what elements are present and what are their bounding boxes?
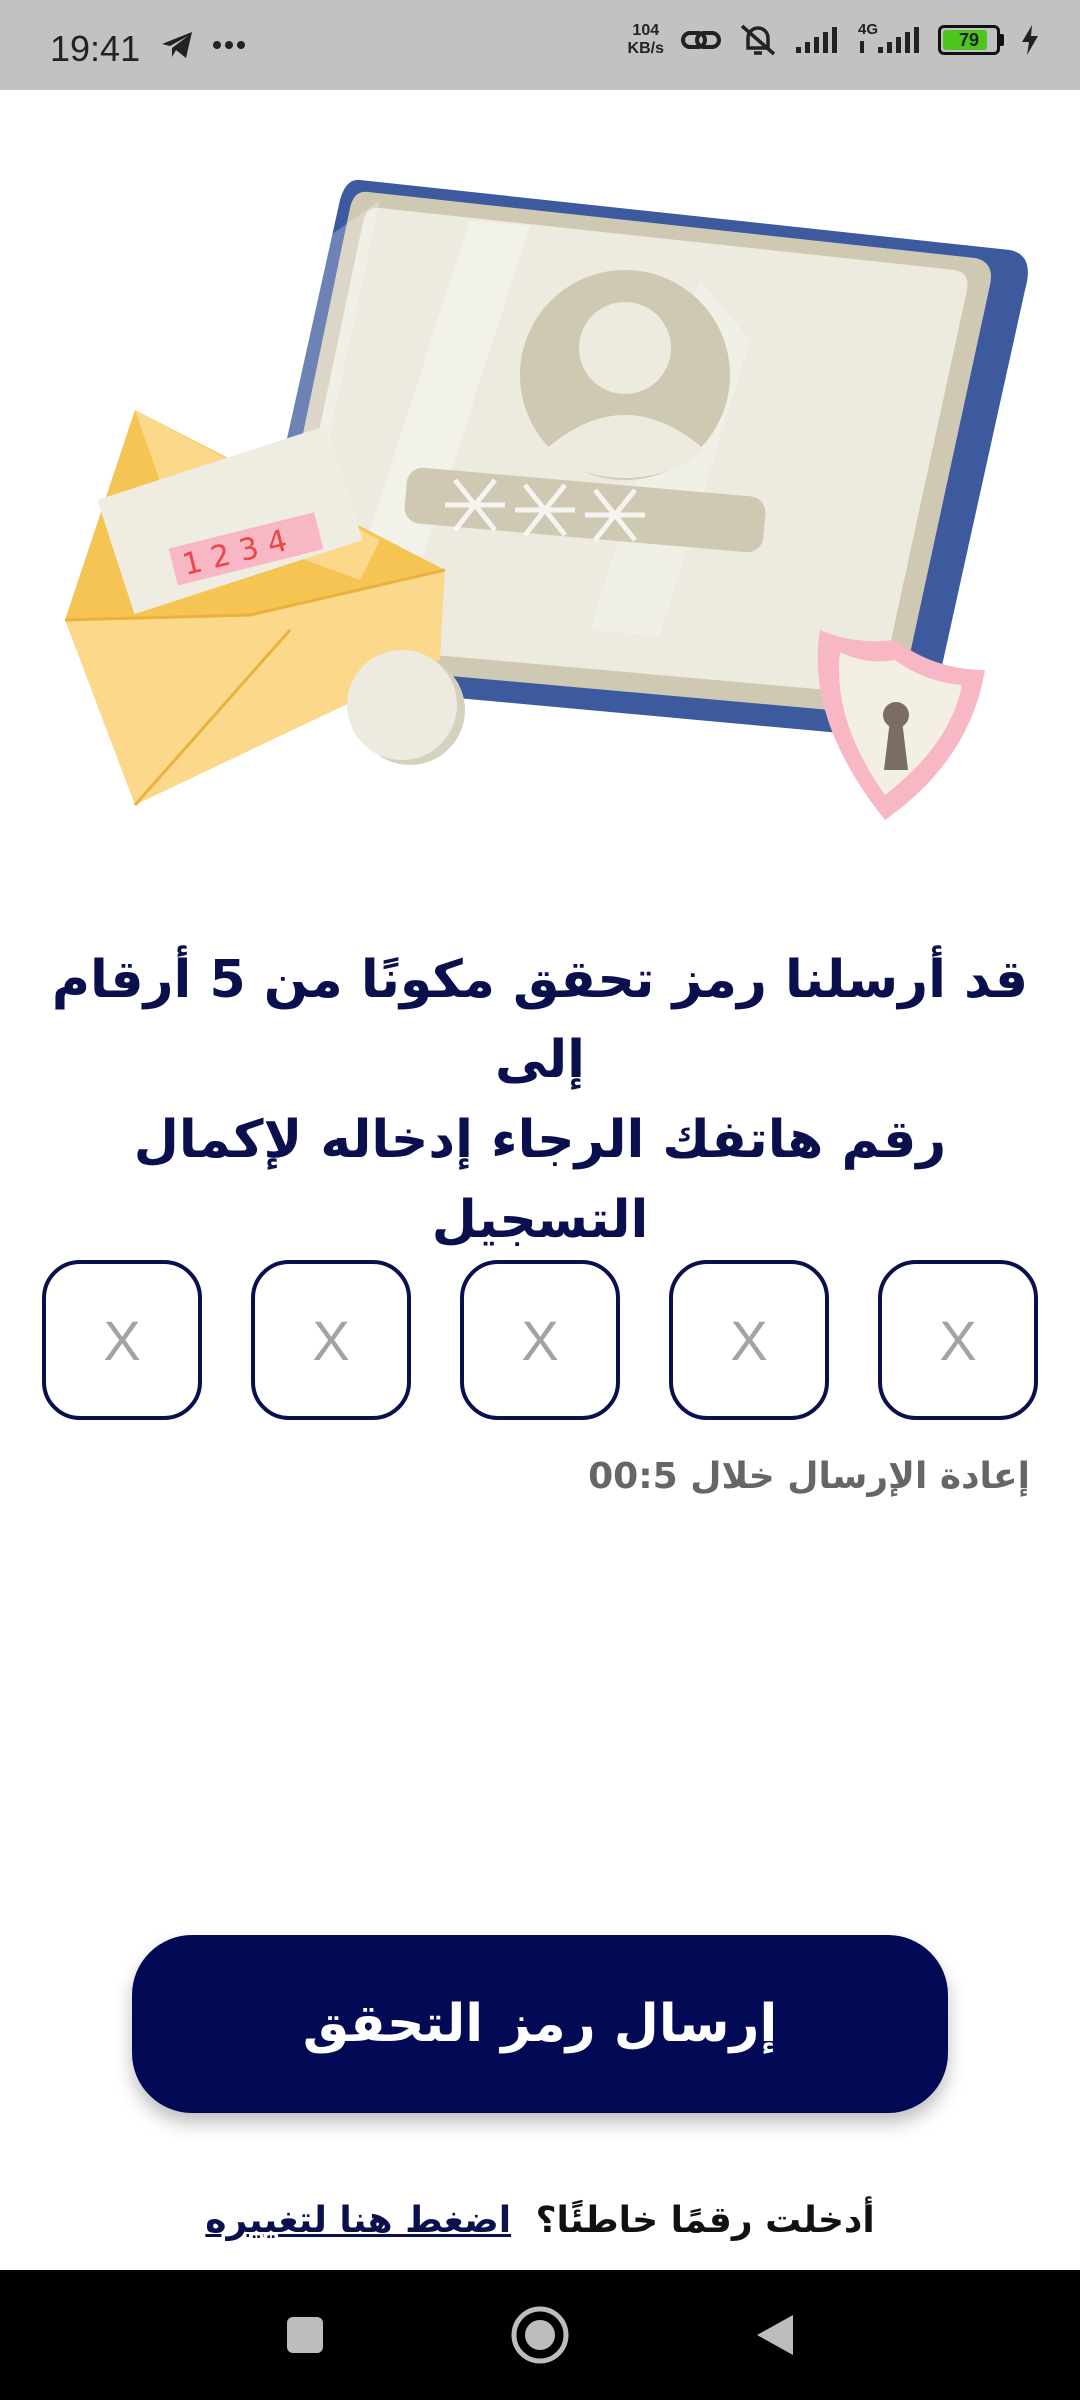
muted-bell-icon xyxy=(740,24,776,56)
network-speed: 104 KB/s xyxy=(627,22,664,57)
change-number-link[interactable]: اضغط هنا لتغييره xyxy=(205,2200,511,2241)
telegram-icon xyxy=(162,32,192,58)
send-verification-code-button[interactable]: إرسال رمز التحقق xyxy=(132,1935,948,2113)
verification-heading: قد أرسلنا رمز تحقق مكونًا من 5 أرقام إلى… xyxy=(51,950,1029,1250)
charging-icon xyxy=(1022,25,1038,55)
signal-4g-icon: 4G xyxy=(856,21,922,57)
square-icon xyxy=(287,2317,323,2353)
status-bar: 19:41 104 KB/s 4G 79 xyxy=(0,0,1080,90)
verification-illustration: 1234 xyxy=(64,179,1028,820)
link-icon xyxy=(681,31,721,49)
code-digit-input[interactable]: X xyxy=(669,1260,829,1420)
wrong-number-text: أدخلت رقمًا خاطئًا؟ xyxy=(535,2200,875,2241)
resend-timer: إعادة الإرسال خلال 00:5 xyxy=(588,1456,1030,1497)
back-triangle-icon xyxy=(757,2315,793,2355)
navigation-bar xyxy=(0,2270,1080,2400)
signal-icon xyxy=(796,27,837,53)
shield-lock-icon xyxy=(817,630,985,820)
code-digit-input[interactable]: X xyxy=(878,1260,1038,1420)
more-dots-icon xyxy=(213,41,245,49)
code-digit-input[interactable]: X xyxy=(460,1260,620,1420)
wrong-number-line: أدخلت رقمًا خاطئًا؟ اضغط هنا لتغييره xyxy=(0,2200,1080,2241)
code-input-row: X X X X X xyxy=(42,1260,1038,1424)
back-button[interactable] xyxy=(740,2300,810,2370)
battery-icon: 79 xyxy=(938,25,1000,55)
status-time: 19:41 xyxy=(50,28,141,69)
code-digit-input[interactable]: X xyxy=(42,1260,202,1420)
home-button[interactable] xyxy=(505,2300,575,2370)
recent-apps-button[interactable] xyxy=(270,2300,340,2370)
home-circle-icon xyxy=(511,2306,569,2364)
code-digit-input[interactable]: X xyxy=(251,1260,411,1420)
submit-button-label: إرسال رمز التحقق xyxy=(302,1994,778,2054)
